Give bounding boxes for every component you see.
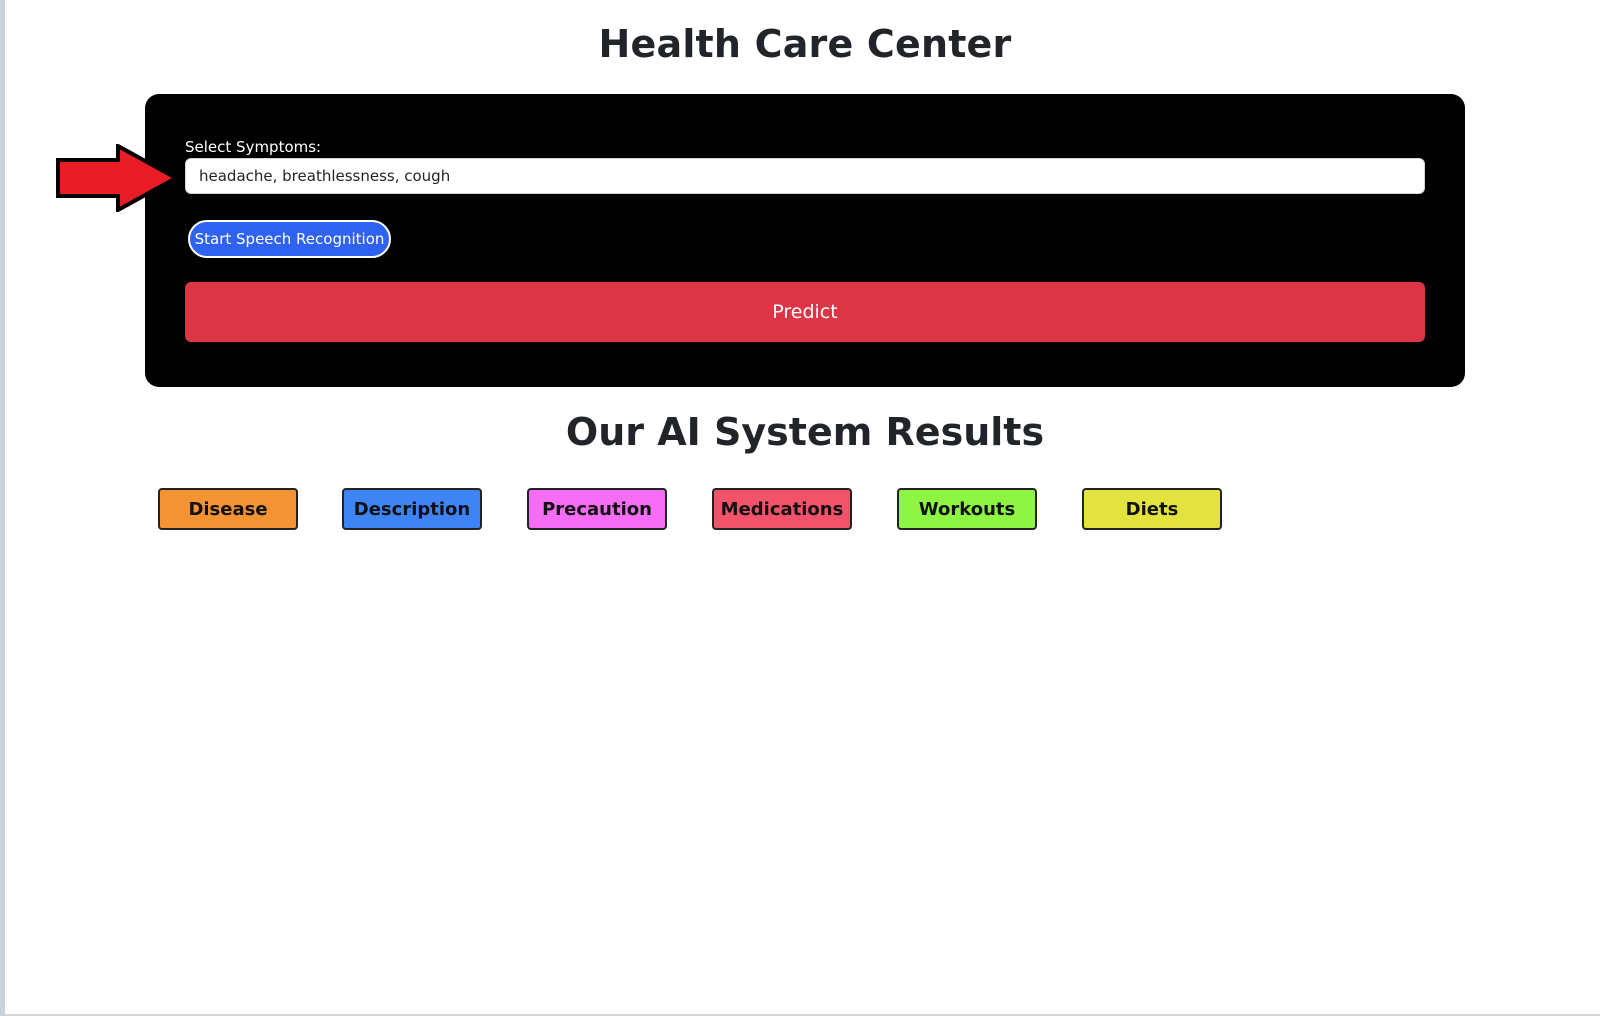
symptom-form-card: Select Symptoms: Start Speech Recognitio…: [145, 94, 1465, 387]
disease-button[interactable]: Disease: [158, 488, 298, 530]
arrow-shape: [56, 144, 181, 212]
predict-button[interactable]: Predict: [185, 282, 1425, 342]
workouts-button[interactable]: Workouts: [897, 488, 1037, 530]
window-left-border: [0, 0, 5, 1016]
diets-button[interactable]: Diets: [1082, 488, 1222, 530]
medications-button[interactable]: Medications: [712, 488, 852, 530]
description-button[interactable]: Description: [342, 488, 482, 530]
symptoms-input[interactable]: [185, 158, 1425, 194]
start-speech-recognition-button[interactable]: Start Speech Recognition: [188, 220, 391, 258]
results-title: Our AI System Results: [565, 410, 1045, 454]
page-title: Health Care Center: [598, 22, 1012, 66]
red-arrow-right-icon: [56, 144, 181, 212]
page: Health Care Center Select Symptoms: Star…: [0, 0, 1600, 1016]
precaution-button[interactable]: Precaution: [527, 488, 667, 530]
symptoms-label: Select Symptoms:: [185, 138, 322, 156]
